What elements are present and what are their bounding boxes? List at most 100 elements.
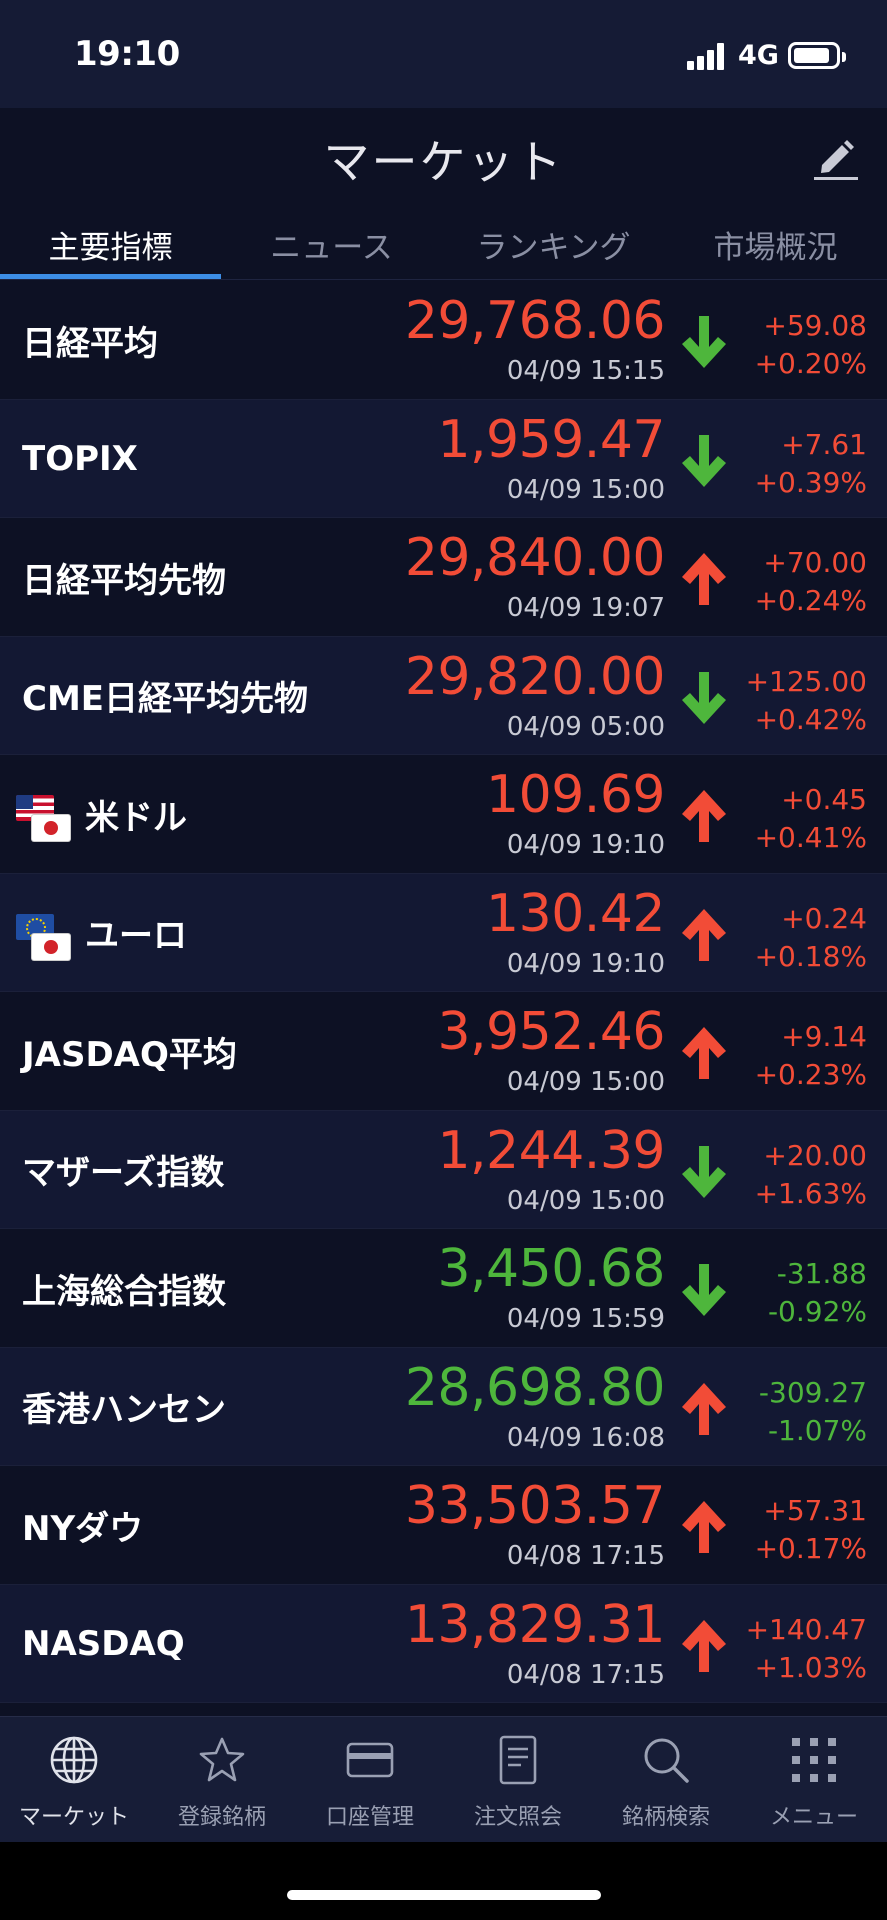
arrow-down-icon	[678, 314, 730, 370]
network-type: 4G	[738, 40, 779, 71]
change-percent: +0.39%	[754, 465, 867, 499]
instrument-name: JASDAQ平均	[22, 1034, 237, 1075]
tabbar-label: 注文照会	[473, 1805, 562, 1830]
price-change: +0.45 +0.41%	[755, 781, 867, 857]
change-percent: +1.63%	[754, 1176, 867, 1210]
market-row[interactable]: 香港ハンセン 28,698.80 04/09 16:08 -309.27 -1.07%	[0, 1347, 887, 1466]
grid-icon	[792, 1738, 836, 1782]
tabbar-market[interactable]: マーケット	[0, 1717, 148, 1843]
arrow-up-icon	[678, 1618, 730, 1674]
change-value: +0.45	[781, 783, 867, 816]
price-timestamp: 04/09 15:00	[506, 1185, 665, 1216]
price-change: -31.88 -0.92%	[768, 1255, 867, 1331]
pencil-icon[interactable]	[812, 133, 860, 181]
price-timestamp: 04/09 15:00	[506, 1067, 665, 1097]
price-change: +59.08 +0.20%	[755, 307, 867, 383]
price-timestamp: 04/09 19:10	[506, 948, 665, 979]
change-value: +125.00	[745, 664, 867, 698]
instrument-name: NASDAQ	[22, 1623, 185, 1664]
status-time: 19:10	[74, 34, 180, 74]
tabbar-search[interactable]: 銘柄検索	[592, 1717, 740, 1843]
price-change: +0.24 +0.18%	[755, 900, 867, 976]
instrument-name: 日経平均	[22, 323, 158, 364]
price-timestamp: 04/08 17:15	[506, 1659, 665, 1690]
market-list: 日経平均 29,768.06 04/09 15:15 +59.08 +0.20% TOPI…	[0, 281, 887, 1703]
instrument-price: 13,829.31	[404, 1594, 666, 1655]
change-percent: -1.07%	[767, 1413, 867, 1447]
change-percent: +1.03%	[754, 1650, 867, 1684]
price-timestamp: 04/09 05:00	[506, 711, 665, 742]
change-percent: +0.23%	[754, 1058, 867, 1091]
arrow-down-icon	[678, 670, 730, 726]
price-change: -309.27 -1.07%	[759, 1374, 867, 1450]
tabbar-label: メニュー	[769, 1805, 858, 1830]
currency-flags-icon	[16, 795, 72, 841]
market-row[interactable]: 米ドル 109.69 04/09 19:10 +0.45 +0.41%	[0, 755, 887, 874]
change-percent: +0.42%	[754, 702, 867, 736]
market-row[interactable]: 上海総合指数 3,450.68 04/09 15:59 -31.88 -0.92%	[0, 1229, 887, 1348]
market-row[interactable]: TOPIX 1,959.47 04/09 15:00 +7.61 +0.39%	[0, 399, 887, 518]
instrument-price: 1,959.47	[437, 409, 665, 470]
market-row[interactable]: JASDAQ平均 3,952.46 04/09 15:00 +9.14 +0.23%	[0, 992, 887, 1111]
instrument-name: 上海総合指数	[22, 1271, 226, 1312]
change-percent: -0.92%	[767, 1295, 867, 1328]
instrument-name: ユーロ	[85, 916, 187, 956]
arrow-up-icon	[678, 1381, 730, 1437]
change-value: +57.31	[763, 1494, 867, 1527]
tabbar-menu[interactable]: メニュー	[740, 1717, 887, 1843]
market-row[interactable]: NASDAQ 13,829.31 04/08 17:15 +140.47 +1.03%	[0, 1584, 887, 1703]
market-row[interactable]: 日経平均 29,768.06 04/09 15:15 +59.08 +0.20%	[0, 281, 887, 400]
currency-flags-icon	[16, 913, 72, 960]
instrument-price: 3,952.46	[437, 1002, 665, 1062]
change-percent: +0.17%	[754, 1532, 867, 1565]
market-row[interactable]: マザーズ指数 1,244.39 04/09 15:00 +20.00 +1.63%	[0, 1110, 887, 1229]
instrument-price: 28,698.80	[404, 1357, 666, 1418]
instrument-name: 日経平均先物	[22, 560, 226, 601]
instrument-price: 109.69	[486, 765, 665, 825]
segment-tabs: 主要指標 ニュース ランキング 市場概況	[0, 208, 887, 280]
change-value: +59.08	[763, 309, 867, 342]
tab-market-overview[interactable]: 市場概況	[665, 222, 886, 267]
arrow-down-icon	[678, 1144, 730, 1200]
change-value: -309.27	[758, 1375, 867, 1409]
home-indicator[interactable]	[287, 1890, 601, 1900]
instrument-name: TOPIX	[22, 438, 138, 479]
arrow-down-icon	[678, 1262, 730, 1318]
tab-ranking[interactable]: ランキング	[443, 222, 664, 267]
arrow-down-icon	[678, 433, 730, 489]
change-value: +0.24	[781, 901, 867, 935]
market-row[interactable]: ユーロ 130.42 04/09 19:10 +0.24 +0.18%	[0, 873, 887, 992]
instrument-price: 29,820.00	[404, 646, 666, 707]
market-row[interactable]: CME日経平均先物 29,820.00 04/09 05:00 +125.00 +0.4…	[0, 636, 887, 755]
instrument-name: 香港ハンセン	[22, 1390, 226, 1430]
tabbar-label: マーケット	[18, 1805, 129, 1830]
price-change: +125.00 +0.42%	[746, 663, 867, 739]
arrow-up-icon	[678, 1499, 730, 1555]
market-row[interactable]: NYダウ 33,503.57 04/08 17:15 +57.31 +0.17%	[0, 1466, 887, 1585]
tab-main-indices[interactable]: 主要指標	[0, 222, 221, 267]
price-timestamp: 04/09 16:08	[506, 1422, 665, 1453]
change-value: +20.00	[763, 1138, 867, 1172]
tabbar-watchlist[interactable]: 登録銘柄	[148, 1717, 296, 1843]
price-change: +20.00 +1.63%	[755, 1137, 867, 1213]
tab-news[interactable]: ニュース	[221, 222, 442, 267]
change-value: +9.14	[781, 1020, 867, 1053]
price-change: +57.31 +0.17%	[755, 1492, 867, 1568]
instrument-name: NYダウ	[22, 1508, 144, 1549]
instrument-name: 米ドル	[85, 797, 187, 838]
tabbar-label: 口座管理	[325, 1805, 414, 1830]
tabbar-orders[interactable]: 注文照会	[444, 1717, 592, 1843]
instrument-price: 29,840.00	[404, 528, 666, 588]
price-change: +70.00 +0.24%	[755, 544, 867, 620]
active-tab-indicator	[0, 274, 221, 279]
price-timestamp: 04/09 15:15	[506, 356, 665, 386]
tabbar-account[interactable]: 口座管理	[296, 1717, 444, 1843]
search-icon	[644, 1738, 689, 1783]
nav-header: マーケット	[0, 108, 887, 208]
market-row[interactable]: 日経平均先物 29,840.00 04/09 19:07 +70.00 +0.24%	[0, 518, 887, 637]
price-change: +9.14 +0.23%	[755, 1018, 867, 1094]
change-percent: +0.18%	[754, 939, 867, 973]
price-timestamp: 04/09 15:00	[506, 474, 665, 505]
status-bar: 19:10 4G	[0, 0, 887, 108]
price-change: +140.47 +1.03%	[746, 1611, 867, 1687]
